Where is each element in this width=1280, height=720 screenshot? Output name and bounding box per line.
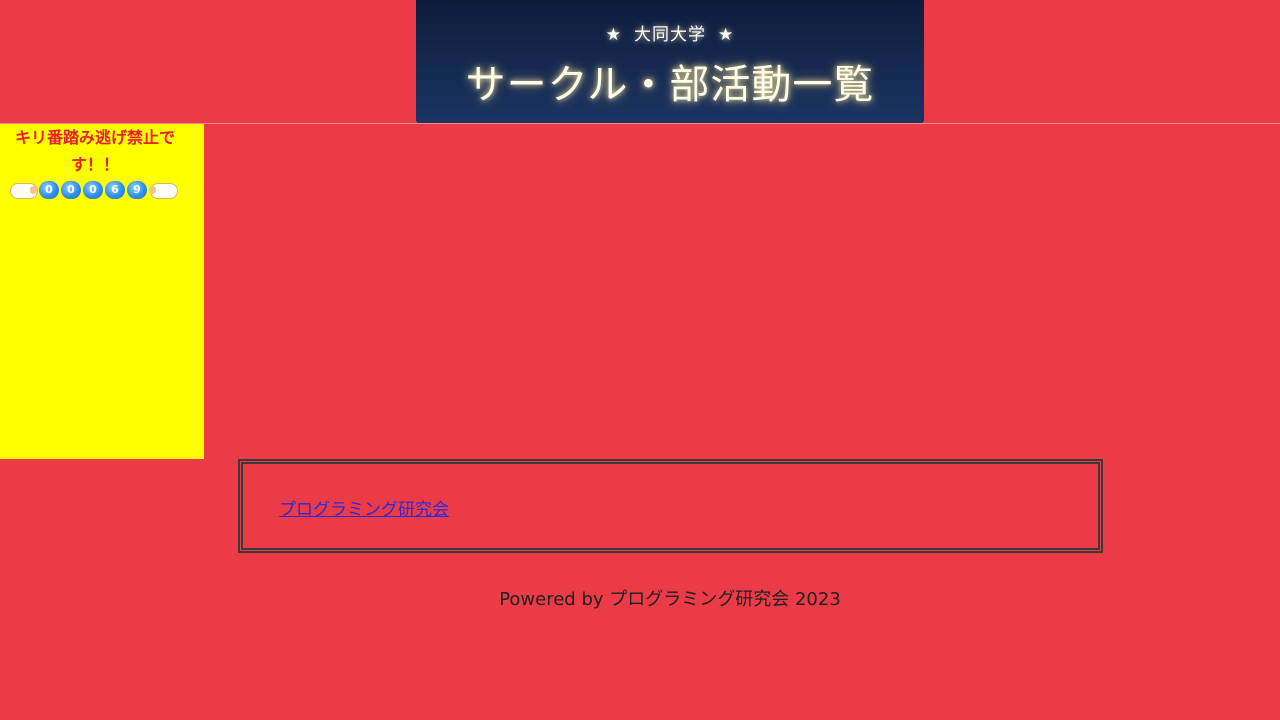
sheep-icon	[8, 180, 38, 200]
counter-digit: 0	[39, 181, 59, 199]
banner-subtitle: ★ 大同大学 ★	[416, 20, 924, 45]
club-list-box: プログラミング研究会	[238, 459, 1103, 553]
university-name: 大同大学	[634, 25, 706, 45]
access-counter: 0 0 0 6 9	[8, 179, 178, 201]
sidebar-panel: キリ番踏み逃げ禁止です！！ 0 0 0 6 9	[0, 124, 204, 459]
counter-digit: 9	[127, 181, 147, 199]
title-banner: ★ 大同大学 ★ サークル・部活動一覧	[416, 0, 924, 123]
page-title: サークル・部活動一覧	[465, 62, 875, 108]
star-icon: ★	[718, 25, 735, 45]
counter-digit: 6	[105, 181, 125, 199]
counter-digit: 0	[61, 181, 81, 199]
club-link-programming[interactable]: プログラミング研究会	[279, 495, 449, 520]
footer-credit: Powered by プログラミング研究会 2023	[499, 589, 841, 610]
kiriban-notice: キリ番踏み逃げ禁止です！！	[14, 128, 175, 174]
counter-digit: 0	[83, 181, 103, 199]
sheep-icon	[148, 180, 178, 200]
star-icon: ★	[605, 25, 622, 45]
